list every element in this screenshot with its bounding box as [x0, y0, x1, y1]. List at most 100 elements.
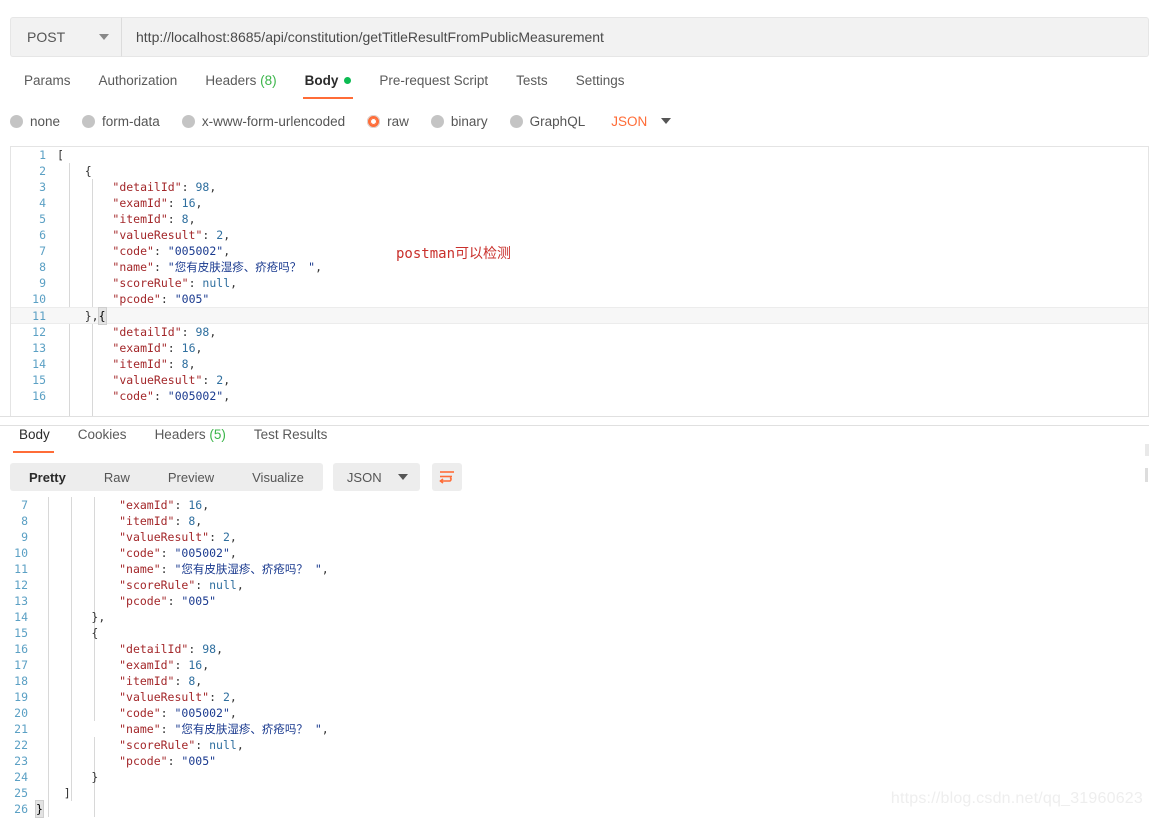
code-text: ] — [36, 785, 71, 801]
line-number: 17 — [14, 658, 28, 672]
code-line: 22 "scoreRule": null, — [0, 737, 1149, 753]
code-token: "code" — [119, 706, 161, 720]
code-text: "examId": 16, — [57, 340, 202, 356]
code-token: : — [160, 562, 175, 576]
code-text: "name": "您有皮肤湿疹、疥疮吗？ ", — [36, 721, 329, 737]
code-line: 19 "valueResult": 2, — [0, 689, 1149, 705]
response-body-viewer[interactable]: 7 "examId": 16, 8 "itemId": 8, 9 "valueRes… — [0, 497, 1149, 824]
body-type-raw[interactable]: raw — [367, 114, 409, 129]
code-line: 23 "pcode": "005" — [0, 753, 1149, 769]
code-token: { — [91, 626, 99, 640]
code-line: 5 "itemId": 8, — [11, 211, 1148, 227]
body-type-graphql[interactable]: GraphQL — [509, 114, 585, 129]
body-type-label: raw — [387, 113, 409, 129]
code-token: , — [195, 514, 203, 528]
code-line: 11 },{ — [11, 306, 1148, 325]
code-token: "005002" — [174, 706, 230, 720]
response-tab-headers[interactable]: Headers (5) — [141, 424, 240, 453]
code-line: 4 "examId": 16, — [11, 195, 1148, 211]
request-tab-tests[interactable]: Tests — [502, 70, 562, 99]
line-number: 3 — [39, 180, 46, 194]
code-line: 7 "examId": 16, — [0, 497, 1149, 513]
body-type-none[interactable]: none — [10, 114, 60, 129]
tab-label: Params — [24, 73, 71, 88]
code-text: { — [36, 625, 98, 641]
line-number: 19 — [14, 690, 28, 704]
code-token: , — [223, 228, 231, 242]
response-view-preview[interactable]: Preview — [149, 463, 233, 491]
code-token: 98 — [195, 180, 210, 194]
annotation-text: postman可以检测 — [396, 246, 512, 262]
code-token: : — [195, 578, 210, 592]
request-tab-authorization[interactable]: Authorization — [85, 70, 192, 99]
response-view-pretty[interactable]: Pretty — [10, 463, 85, 491]
response-view-raw[interactable]: Raw — [85, 463, 149, 491]
tab-label: Tests — [516, 73, 548, 88]
code-text: "code": "005002", — [57, 388, 230, 404]
request-tab-headers[interactable]: Headers (8) — [191, 70, 290, 99]
line-number: 9 — [39, 276, 46, 290]
code-text: } — [36, 769, 98, 785]
code-token: : — [195, 738, 210, 752]
code-token: 16 — [181, 196, 196, 210]
response-tab-cookies[interactable]: Cookies — [64, 424, 141, 453]
code-line: 12 "scoreRule": null, — [0, 577, 1149, 593]
tab-label: Headers — [205, 73, 257, 88]
code-token: : — [160, 706, 175, 720]
code-token: 2 — [222, 690, 230, 704]
code-token: , — [202, 498, 210, 512]
code-token: : — [174, 674, 189, 688]
code-text: "itemId": 8, — [57, 356, 196, 372]
response-tab-bar: Body Cookies Headers (5) Test Results — [0, 424, 1149, 454]
code-token: : — [167, 212, 182, 226]
body-type-binary[interactable]: binary — [430, 114, 488, 129]
body-type-x-www-form-urlencoded[interactable]: x-www-form-urlencoded — [181, 114, 345, 129]
code-text: "pcode": "005" — [36, 753, 216, 769]
code-token: 8 — [181, 357, 189, 371]
response-scroll-marker[interactable] — [1145, 468, 1148, 482]
code-token: "scoreRule" — [119, 738, 196, 752]
code-token: : — [167, 357, 182, 371]
wrap-lines-button[interactable] — [431, 463, 462, 491]
text-cursor: } — [35, 800, 44, 818]
code-line: 3 "detailId": 98, — [11, 179, 1148, 195]
code-token: "scoreRule" — [112, 276, 189, 290]
code-token: , — [230, 276, 238, 290]
http-method-select[interactable]: POST — [10, 17, 122, 57]
response-tab-test-results[interactable]: Test Results — [240, 424, 342, 453]
request-format-select[interactable]: JSON — [611, 114, 672, 129]
code-text: "code": "005002", — [57, 243, 230, 259]
response-tab-body[interactable]: Body — [5, 424, 64, 453]
code-token: , — [315, 260, 323, 274]
code-line: 15 { — [0, 625, 1149, 641]
code-token: : — [181, 325, 196, 339]
tab-count-badge: (8) — [260, 73, 277, 88]
request-code-area[interactable]: 1[2 {3 "detailId": 98, 4 "examId": 16, 5 "… — [11, 147, 1148, 416]
code-token: : — [160, 722, 175, 736]
body-type-form-data[interactable]: form-data — [82, 114, 160, 129]
code-token: , — [188, 357, 196, 371]
response-format-select[interactable]: JSON — [332, 463, 420, 491]
tab-label: Test Results — [253, 427, 328, 442]
code-token: "code" — [112, 244, 154, 258]
code-token: , — [188, 212, 196, 226]
radio-icon — [10, 114, 23, 128]
request-body-editor[interactable]: 1[2 {3 "detailId": 98, 4 "examId": 16, 5 "… — [10, 146, 1149, 416]
code-text: "name": "您有皮肤湿疹、疥疮吗？ ", — [36, 561, 329, 577]
response-view-visualize[interactable]: Visualize — [233, 463, 323, 491]
code-token: : — [153, 244, 168, 258]
request-tab-pre-request-script[interactable]: Pre-request Script — [365, 70, 502, 99]
code-line: 21 "name": "您有皮肤湿疹、疥疮吗？ ", — [0, 721, 1149, 737]
code-text: "itemId": 8, — [36, 513, 202, 529]
code-token: "pcode" — [112, 292, 161, 306]
request-tab-settings[interactable]: Settings — [562, 70, 639, 99]
tab-label: Settings — [575, 73, 625, 88]
url-input[interactable]: http://localhost:8685/api/constitution/g… — [122, 17, 1149, 57]
code-token: : — [167, 196, 182, 210]
request-tab-params[interactable]: Params — [10, 70, 85, 99]
code-text: "examId": 16, — [36, 497, 209, 513]
response-code-area[interactable]: 7 "examId": 16, 8 "itemId": 8, 9 "valueRes… — [0, 497, 1149, 824]
code-token: 2 — [222, 530, 230, 544]
code-line: 13 "pcode": "005" — [0, 593, 1149, 609]
request-tab-body[interactable]: Body — [291, 70, 366, 99]
